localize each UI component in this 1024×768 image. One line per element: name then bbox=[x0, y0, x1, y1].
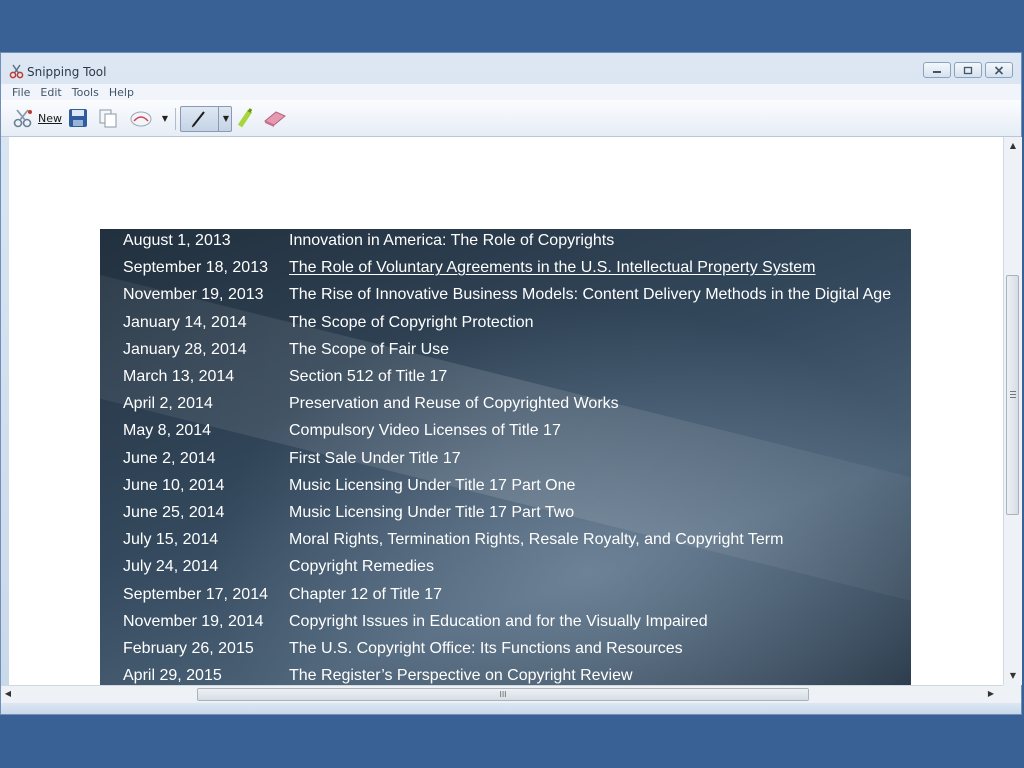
schedule-row: November 19, 2013 The Rise of Innovative … bbox=[100, 286, 911, 313]
send-snip-button[interactable] bbox=[128, 106, 154, 130]
schedule-row: September 18, 2013 The Role of Voluntary … bbox=[100, 259, 911, 286]
schedule-date: January 28, 2014 bbox=[123, 340, 247, 358]
schedule-topic: Chapter 12 of Title 17 bbox=[289, 585, 442, 603]
snipping-tool-window: Snipping Tool File Edit Tools Help New ▼… bbox=[0, 52, 1022, 715]
schedule-date: July 15, 2014 bbox=[123, 531, 219, 549]
pen-tool-button[interactable]: ▼ bbox=[180, 106, 232, 132]
save-button[interactable] bbox=[66, 106, 90, 130]
minimize-button[interactable] bbox=[923, 62, 951, 78]
schedule-date: July 24, 2014 bbox=[123, 558, 219, 576]
toolbar: New ▼ ▼ bbox=[1, 100, 1021, 137]
schedule-row: January 14, 2014 The Scope of Copyright P… bbox=[100, 314, 911, 341]
schedule-topic: The Rise of Innovative Business Models: … bbox=[289, 286, 892, 304]
new-snip-button[interactable]: New bbox=[8, 106, 66, 130]
schedule-row: April 2, 2014 Preservation and Reuse of C… bbox=[100, 395, 911, 422]
schedule-row: February 26, 2015 The U.S. Copyright Offi… bbox=[100, 640, 911, 667]
pen-icon bbox=[191, 111, 205, 128]
schedule-topic: Music Licensing Under Title 17 Part One bbox=[289, 476, 576, 494]
vertical-scroll-thumb[interactable] bbox=[1006, 275, 1019, 515]
copy-button[interactable] bbox=[96, 106, 120, 130]
schedule-date: June 10, 2014 bbox=[123, 476, 225, 494]
schedule-date: March 13, 2014 bbox=[123, 368, 235, 385]
schedule-topic-link[interactable]: The Role of Voluntary Agreements in the … bbox=[289, 259, 815, 277]
menu-help[interactable]: Help bbox=[108, 86, 135, 99]
schedule-topic: Compulsory Video Licenses of Title 17 bbox=[289, 422, 561, 440]
snip-canvas: August 1, 2013 Innovation in America: The… bbox=[9, 137, 1003, 685]
schedule-row: January 28, 2014 The Scope of Fair Use bbox=[100, 341, 911, 368]
schedule-row: June 2, 2014 First Sale Under Title 17 bbox=[100, 450, 911, 477]
schedule-date: June 2, 2014 bbox=[123, 449, 216, 467]
menu-edit[interactable]: Edit bbox=[39, 86, 62, 99]
copy-icon bbox=[99, 109, 117, 128]
horizontal-scrollbar[interactable]: ◀ III ▶ bbox=[1, 685, 1003, 704]
schedule-topic: The Scope of Copyright Protection bbox=[289, 313, 534, 331]
schedule-topic: The Register’s Perspective on Copyright … bbox=[289, 667, 633, 685]
schedule-date: September 18, 2013 bbox=[123, 259, 268, 277]
maximize-button[interactable] bbox=[954, 62, 982, 78]
vertical-scrollbar[interactable]: ▲ ▼ bbox=[1003, 137, 1022, 685]
schedule-topic: Moral Rights, Termination Rights, Resale… bbox=[289, 531, 784, 549]
chevron-down-icon: ▼ bbox=[161, 113, 169, 123]
highlighter-button[interactable] bbox=[234, 106, 256, 130]
schedule-date: November 19, 2013 bbox=[123, 286, 264, 304]
schedule-topic: Section 512 of Title 17 bbox=[289, 368, 448, 385]
schedule-topic: Preservation and Reuse of Copyrighted Wo… bbox=[289, 395, 619, 413]
schedule-date: May 8, 2014 bbox=[123, 422, 212, 440]
scroll-up-icon[interactable]: ▲ bbox=[1004, 141, 1022, 150]
schedule-date: April 29, 2015 bbox=[123, 667, 222, 685]
schedule-row: June 25, 2014 Music Licensing Under Title… bbox=[100, 504, 911, 531]
schedule-date: June 25, 2014 bbox=[123, 504, 225, 521]
schedule-topic: The U.S. Copyright Office: Its Functions… bbox=[289, 640, 683, 657]
schedule-date: August 1, 2013 bbox=[123, 232, 231, 249]
eraser-icon bbox=[264, 111, 286, 127]
send-snip-icon bbox=[130, 111, 152, 127]
schedule-topic: Copyright Issues in Education and for th… bbox=[289, 612, 708, 630]
schedule-date: April 2, 2014 bbox=[123, 395, 213, 413]
schedule-row: July 15, 2014 Moral Rights, Termination R… bbox=[100, 531, 911, 558]
horizontal-scroll-thumb[interactable]: III bbox=[197, 688, 809, 701]
scroll-down-icon[interactable]: ▼ bbox=[1004, 671, 1022, 680]
highlighter-icon bbox=[237, 108, 253, 128]
schedule-row: March 13, 2014 Section 512 of Title 17 bbox=[100, 368, 911, 395]
scroll-right-icon[interactable]: ▶ bbox=[985, 689, 997, 698]
schedule-topic: Music Licensing Under Title 17 Part Two bbox=[289, 504, 575, 521]
toolbar-separator bbox=[175, 108, 176, 130]
save-icon bbox=[69, 109, 87, 127]
new-snip-icon bbox=[13, 109, 32, 128]
schedule-topic: The Scope of Fair Use bbox=[289, 340, 450, 358]
schedule-topic: Copyright Remedies bbox=[289, 558, 434, 576]
schedule-row: April 29, 2015 The Register’s Perspective… bbox=[100, 667, 911, 685]
schedule-date: January 14, 2014 bbox=[123, 313, 247, 331]
close-button[interactable] bbox=[985, 62, 1013, 78]
schedule-row: July 24, 2014 Copyright Remedies bbox=[100, 558, 911, 585]
schedule-date: November 19, 2014 bbox=[123, 612, 264, 630]
eraser-button[interactable] bbox=[262, 106, 288, 130]
close-icon bbox=[994, 65, 1004, 75]
scroll-left-icon[interactable]: ◀ bbox=[3, 689, 13, 698]
schedule-date: February 26, 2015 bbox=[123, 640, 254, 657]
send-snip-dropdown[interactable]: ▼ bbox=[158, 106, 172, 130]
schedule-row: November 19, 2014 Copyright Issues in Edu… bbox=[100, 613, 911, 640]
new-label: New bbox=[38, 111, 62, 125]
maximize-icon bbox=[963, 66, 973, 74]
schedule-row: September 17, 2014 Chapter 12 of Title 17 bbox=[100, 586, 911, 613]
menu-bar: File Edit Tools Help bbox=[1, 84, 1021, 100]
schedule-topic: First Sale Under Title 17 bbox=[289, 449, 461, 467]
title-bar[interactable]: Snipping Tool bbox=[1, 53, 1021, 86]
menu-file[interactable]: File bbox=[11, 86, 31, 99]
schedule-row: May 8, 2014 Compulsory Video Licenses of … bbox=[100, 422, 911, 449]
scissors-icon bbox=[9, 64, 24, 79]
schedule-date: September 17, 2014 bbox=[123, 585, 268, 603]
schedule-row: June 10, 2014 Music Licensing Under Title… bbox=[100, 477, 911, 504]
menu-tools[interactable]: Tools bbox=[71, 86, 100, 99]
schedule-topic: Innovation in America: The Role of Copyr… bbox=[289, 232, 615, 249]
window-title: Snipping Tool bbox=[27, 65, 107, 79]
schedule-row: August 1, 2013 Innovation in America: The… bbox=[100, 232, 911, 259]
minimize-icon bbox=[933, 71, 941, 73]
pen-dropdown-icon[interactable]: ▼ bbox=[223, 114, 229, 123]
captured-snip: August 1, 2013 Innovation in America: The… bbox=[100, 229, 911, 685]
status-bar bbox=[1, 703, 1021, 714]
